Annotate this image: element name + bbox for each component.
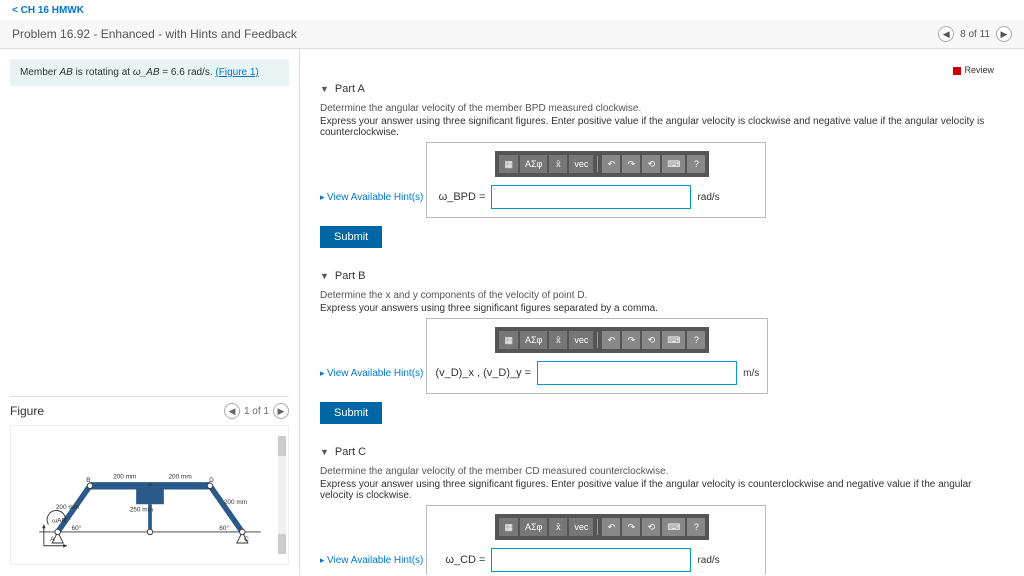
vector-icon[interactable]: vec [569, 518, 593, 536]
undo-icon[interactable]: ↶ [602, 331, 620, 349]
vector-icon[interactable]: vec [569, 331, 593, 349]
part-a-answer-box: ▦ AΣφ x̂ vec ↶ ↷ ⟲ ⌨ ? ω_BPD = rad/s [426, 142, 766, 218]
reset-icon[interactable]: ⟲ [642, 155, 660, 173]
figure-title: Figure [10, 404, 44, 418]
svg-text:P: P [148, 483, 152, 490]
right-panel: Review ▼ Part A Determine the angular ve… [300, 49, 1024, 575]
svg-text:200 mm: 200 mm [223, 499, 246, 506]
part-c-input[interactable] [491, 548, 691, 572]
part-c-header[interactable]: ▼ Part C [320, 442, 1004, 462]
vector-icon[interactable]: vec [569, 155, 593, 173]
part-b: ▼ Part B Determine the x and y component… [320, 266, 1004, 424]
figure-canvas: 200 mm 200 mm 200 mm 200 mm 250 mm 60° 6… [10, 425, 289, 565]
svg-text:ωAB: ωAB [52, 518, 66, 525]
subscript-icon[interactable]: x̂ [549, 518, 567, 536]
redo-icon[interactable]: ↷ [622, 331, 640, 349]
part-c-answer-box: ▦ AΣφ x̂ vec ↶ ↷ ⟲ ⌨ ? ω_CD = rad/s [426, 505, 766, 575]
problem-statement: Member AB is rotating at ω_AB = 6.6 rad/… [10, 59, 289, 86]
svg-text:200 mm: 200 mm [55, 504, 78, 511]
reset-icon[interactable]: ⟲ [642, 331, 660, 349]
problem-position: 8 of 11 [960, 29, 990, 40]
svg-text:60°: 60° [71, 524, 81, 532]
keyboard-icon[interactable]: ⌨ [662, 518, 685, 536]
part-a-submit-button[interactable]: Submit [320, 226, 382, 248]
svg-text:C: C [244, 536, 249, 543]
part-b-hints-link[interactable]: View Available Hint(s) [320, 368, 423, 379]
equation-toolbar: ▦ AΣφ x̂ vec ↶ ↷ ⟲ ⌨ ? [495, 151, 709, 177]
part-a-hints-link[interactable]: View Available Hint(s) [320, 192, 423, 203]
template-icon[interactable]: ▦ [499, 155, 518, 173]
part-a-input[interactable] [491, 185, 691, 209]
figure-scrollbar[interactable] [278, 436, 286, 554]
keyboard-icon[interactable]: ⌨ [662, 331, 685, 349]
chevron-down-icon: ▼ [320, 447, 329, 457]
svg-text:A: A [50, 536, 55, 543]
chevron-down-icon: ▼ [320, 271, 329, 281]
svg-text:250 mm: 250 mm [129, 507, 152, 514]
problem-header-bar: Problem 16.92 - Enhanced - with Hints an… [0, 20, 1024, 49]
template-icon[interactable]: ▦ [499, 331, 518, 349]
part-b-var-label: (v_D)_x , (v_D)_y = [435, 367, 531, 379]
part-a-header[interactable]: ▼ Part A [320, 79, 1004, 99]
help-icon[interactable]: ? [687, 331, 705, 349]
prev-problem-button[interactable]: ◀ [938, 26, 954, 42]
figure-link[interactable]: (Figure 1) [215, 67, 258, 78]
redo-icon[interactable]: ↷ [622, 155, 640, 173]
problem-title: Problem 16.92 - Enhanced - with Hints an… [12, 27, 297, 41]
svg-text:60°: 60° [219, 524, 229, 532]
svg-text:200 mm: 200 mm [113, 473, 136, 480]
redo-icon[interactable]: ↷ [622, 518, 640, 536]
reset-icon[interactable]: ⟲ [642, 518, 660, 536]
subscript-icon[interactable]: x̂ [549, 155, 567, 173]
figure-next-button[interactable]: ▶ [273, 403, 289, 419]
left-panel: Member AB is rotating at ω_AB = 6.6 rad/… [0, 49, 300, 575]
part-b-header[interactable]: ▼ Part B [320, 266, 1004, 286]
part-b-prompt: Determine the x and y components of the … [320, 290, 1004, 301]
part-a-var-label: ω_BPD = [435, 191, 485, 203]
part-b-instr: Express your answers using three signifi… [320, 303, 1004, 314]
part-c-prompt: Determine the angular velocity of the me… [320, 466, 1004, 477]
figure-prev-button[interactable]: ◀ [224, 403, 240, 419]
part-a-unit: rad/s [697, 192, 719, 203]
course-link[interactable]: < CH 16 HMWK [12, 5, 84, 16]
svg-text:D: D [209, 477, 214, 484]
keyboard-icon[interactable]: ⌨ [662, 155, 685, 173]
part-b-submit-button[interactable]: Submit [320, 402, 382, 424]
part-a: ▼ Part A Determine the angular velocity … [320, 79, 1004, 248]
part-c: ▼ Part C Determine the angular velocity … [320, 442, 1004, 575]
part-a-prompt: Determine the angular velocity of the me… [320, 103, 1004, 114]
next-problem-button[interactable]: ▶ [996, 26, 1012, 42]
part-c-unit: rad/s [697, 555, 719, 566]
review-link[interactable]: Review [320, 61, 1004, 79]
part-b-unit: m/s [743, 368, 759, 379]
part-c-var-label: ω_CD = [435, 554, 485, 566]
fraction-icon[interactable]: AΣφ [520, 155, 547, 173]
equation-toolbar: ▦ AΣφ x̂ vec ↶ ↷ ⟲ ⌨ ? [495, 514, 709, 540]
equation-toolbar: ▦ AΣφ x̂ vec ↶ ↷ ⟲ ⌨ ? [495, 327, 709, 353]
part-a-instr: Express your answer using three signific… [320, 116, 1004, 138]
part-c-instr: Express your answer using three signific… [320, 479, 1004, 501]
chevron-down-icon: ▼ [320, 84, 329, 94]
help-icon[interactable]: ? [687, 518, 705, 536]
part-b-answer-box: ▦ AΣφ x̂ vec ↶ ↷ ⟲ ⌨ ? (v_D)_x , (v_D)_y… [426, 318, 768, 394]
fraction-icon[interactable]: AΣφ [520, 331, 547, 349]
undo-icon[interactable]: ↶ [602, 155, 620, 173]
template-icon[interactable]: ▦ [499, 518, 518, 536]
part-b-input[interactable] [537, 361, 737, 385]
fraction-icon[interactable]: AΣφ [520, 518, 547, 536]
subscript-icon[interactable]: x̂ [549, 331, 567, 349]
figure-position: 1 of 1 [244, 406, 269, 417]
part-c-hints-link[interactable]: View Available Hint(s) [320, 555, 423, 566]
svg-text:B: B [86, 477, 90, 484]
undo-icon[interactable]: ↶ [602, 518, 620, 536]
help-icon[interactable]: ? [687, 155, 705, 173]
svg-text:200 mm: 200 mm [168, 473, 191, 480]
